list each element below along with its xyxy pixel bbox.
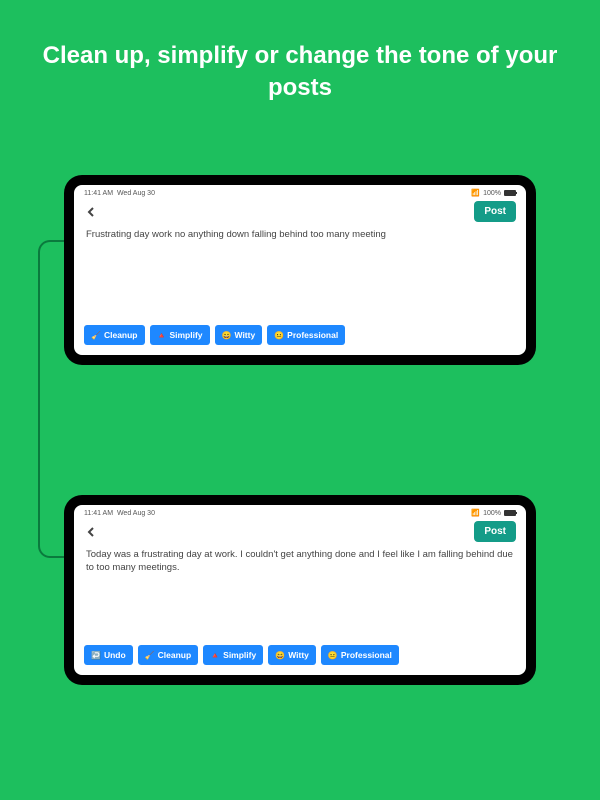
statusbar-time: 11:41 AM Wed Aug 30 <box>84 190 155 197</box>
undo-icon: ↩️ <box>91 651 101 660</box>
professional-icon: 😐 <box>274 331 284 340</box>
professional-button[interactable]: 😐Professional <box>267 325 345 345</box>
statusbar: 11:41 AM Wed Aug 30 📶 100% <box>74 505 526 519</box>
tablet-frame-before: 11:41 AM Wed Aug 30 📶 100% Post Frustrat… <box>64 175 536 365</box>
simplify-icon: 🔺 <box>157 331 167 340</box>
battery-icon <box>504 190 516 196</box>
simplify-button[interactable]: 🔺Simplify <box>203 645 263 665</box>
action-row-before: 🧹Cleanup 🔺Simplify 😄Witty 😐Professional <box>74 297 526 355</box>
simplify-button[interactable]: 🔺Simplify <box>150 325 210 345</box>
headline: Clean up, simplify or change the tone of… <box>0 0 600 105</box>
statusbar: 11:41 AM Wed Aug 30 📶 100% <box>74 185 526 199</box>
cleanup-icon: 🧹 <box>145 651 155 660</box>
screen-after: 11:41 AM Wed Aug 30 📶 100% Post Today wa… <box>74 505 526 675</box>
wifi-icon: 📶 <box>471 189 480 197</box>
cleanup-icon: 🧹 <box>91 331 101 340</box>
battery-percent: 100% <box>483 190 501 197</box>
witty-button[interactable]: 😄Witty <box>268 645 316 665</box>
screen-before: 11:41 AM Wed Aug 30 📶 100% Post Frustrat… <box>74 185 526 355</box>
undo-button[interactable]: ↩️Undo <box>84 645 133 665</box>
battery-percent: 100% <box>483 510 501 517</box>
professional-button[interactable]: 😐Professional <box>321 645 399 665</box>
action-row-after: ↩️Undo 🧹Cleanup 🔺Simplify 😄Witty 😐Profes… <box>74 617 526 675</box>
witty-button[interactable]: 😄Witty <box>215 325 263 345</box>
back-icon[interactable] <box>84 205 98 219</box>
cleanup-button[interactable]: 🧹Cleanup <box>138 645 199 665</box>
wifi-icon: 📶 <box>471 509 480 517</box>
post-button[interactable]: Post <box>474 521 516 542</box>
professional-icon: 😐 <box>328 651 338 660</box>
post-button[interactable]: Post <box>474 201 516 222</box>
statusbar-time: 11:41 AM Wed Aug 30 <box>84 510 155 517</box>
post-text-before[interactable]: Frustrating day work no anything down fa… <box>74 228 526 245</box>
tablet-frame-after: 11:41 AM Wed Aug 30 📶 100% Post Today wa… <box>64 495 536 685</box>
simplify-icon: 🔺 <box>210 651 220 660</box>
post-text-after[interactable]: Today was a frustrating day at work. I c… <box>74 548 526 579</box>
back-icon[interactable] <box>84 525 98 539</box>
battery-icon <box>504 510 516 516</box>
witty-icon: 😄 <box>222 331 232 340</box>
cleanup-button[interactable]: 🧹Cleanup <box>84 325 145 345</box>
witty-icon: 😄 <box>275 651 285 660</box>
